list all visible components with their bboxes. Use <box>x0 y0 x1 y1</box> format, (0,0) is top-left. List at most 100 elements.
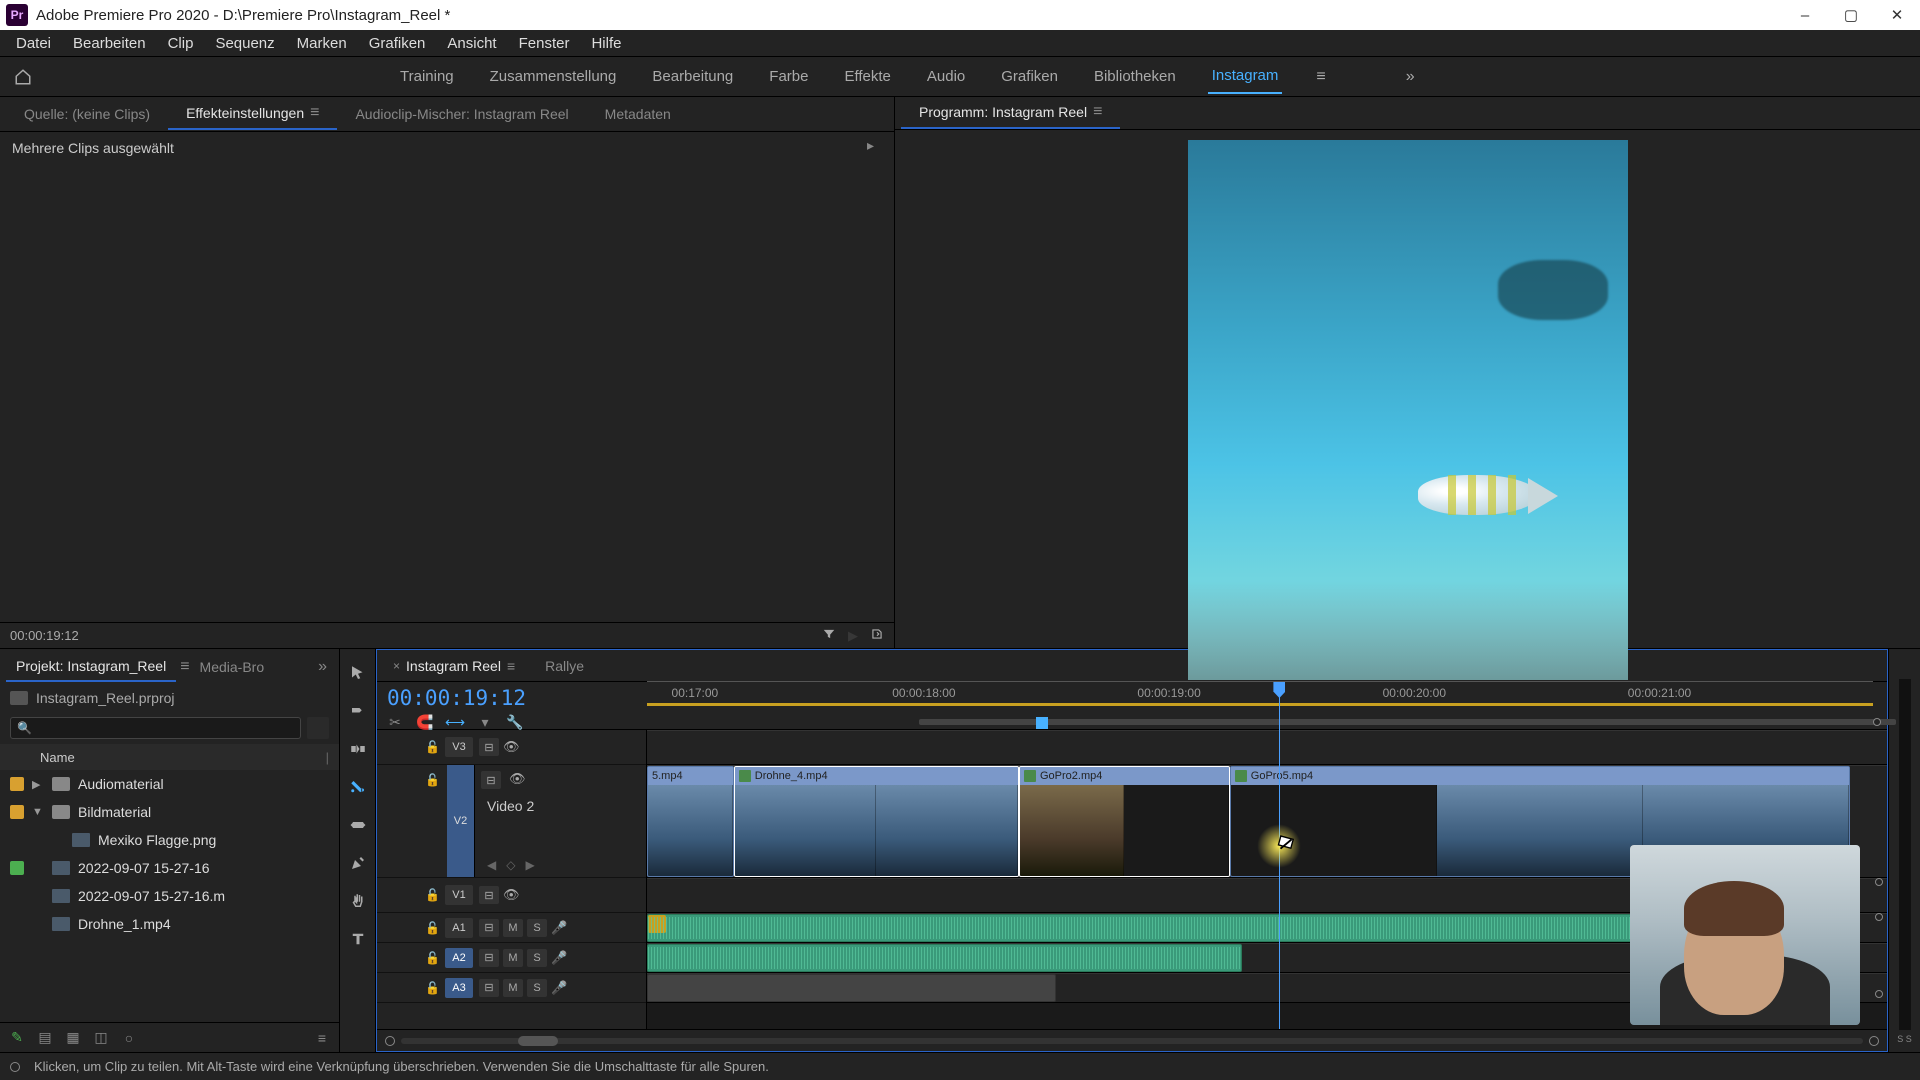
keyframe-add-icon[interactable]: ◇ <box>506 858 515 872</box>
program-scrub-bar[interactable] <box>919 719 1896 725</box>
workspace-effekte[interactable]: Effekte <box>840 60 894 93</box>
razor-tool[interactable] <box>346 775 370 799</box>
track-visibility-icon[interactable]: 👁 <box>503 887 523 903</box>
maximize-button[interactable]: ▢ <box>1828 0 1874 30</box>
column-divider[interactable]: | <box>326 750 329 765</box>
selection-tool[interactable] <box>346 661 370 685</box>
menu-bearbeiten[interactable]: Bearbeiten <box>62 32 157 55</box>
keyframe-next-icon[interactable]: ▶ <box>525 858 534 872</box>
workspace-overflow-icon[interactable]: » <box>1400 64 1421 90</box>
slip-tool[interactable] <box>346 813 370 837</box>
workspace-audio[interactable]: Audio <box>923 60 969 93</box>
project-overflow-icon[interactable]: » <box>312 658 333 676</box>
zoom-scrollbar[interactable] <box>401 1038 1863 1044</box>
zoom-slider-icon[interactable]: ○ <box>120 1029 138 1047</box>
menu-clip[interactable]: Clip <box>157 32 205 55</box>
workspace-menu-icon[interactable]: ≡ <box>1310 64 1331 90</box>
program-monitor[interactable] <box>1188 140 1628 680</box>
workspace-bibliotheken[interactable]: Bibliotheken <box>1090 60 1180 93</box>
home-button[interactable] <box>8 62 38 92</box>
lock-icon[interactable]: 🔓 <box>425 740 445 754</box>
program-tab-menu-icon[interactable]: ≡ <box>1093 103 1102 121</box>
icon-view-icon[interactable]: ▦ <box>64 1029 82 1047</box>
solo-button[interactable]: S <box>527 919 547 937</box>
tab-projekt[interactable]: Projekt: Instagram_Reel <box>6 652 176 682</box>
solo-button[interactable]: S <box>527 949 547 967</box>
lock-icon[interactable]: 🔓 <box>425 773 445 787</box>
tab-effekteinstellungen[interactable]: Effekteinstellungen ≡ <box>168 98 337 130</box>
collapse-arrow-icon[interactable]: ▼ <box>32 806 44 818</box>
lock-icon[interactable]: 🔓 <box>425 981 445 995</box>
track-header-a3[interactable]: 🔓 A3 ⊟ M S 🎤 <box>377 973 646 1003</box>
track-label-a2[interactable]: A2 <box>445 948 473 968</box>
zoom-in-handle[interactable] <box>1869 1036 1879 1046</box>
write-mode-icon[interactable]: ✎ <box>8 1029 26 1047</box>
timeline-timecode[interactable]: 00:00:19:12 <box>387 686 637 710</box>
close-tab-icon[interactable]: × <box>393 659 400 673</box>
menu-hilfe[interactable]: Hilfe <box>580 32 632 55</box>
project-tab-menu-icon[interactable]: ≡ <box>180 658 189 676</box>
tab-audioclip-mischer[interactable]: Audioclip-Mischer: Instagram Reel <box>337 100 586 128</box>
track-label-v3[interactable]: V3 <box>445 737 473 757</box>
hand-tool[interactable] <box>346 889 370 913</box>
track-header-a2[interactable]: 🔓 A2 ⊟ M S 🎤 <box>377 943 646 973</box>
mute-button[interactable]: M <box>503 979 523 997</box>
track-visibility-icon[interactable]: 👁 <box>503 739 523 755</box>
audio-meter[interactable] <box>1899 679 1911 1030</box>
mute-button[interactable]: M <box>503 949 523 967</box>
track-output-toggle[interactable]: ⊟ <box>479 738 499 756</box>
mute-button[interactable]: M <box>503 919 523 937</box>
tab-quelle[interactable]: Quelle: (keine Clips) <box>6 100 168 128</box>
filter-icon[interactable] <box>822 627 836 644</box>
menu-ansicht[interactable]: Ansicht <box>436 32 507 55</box>
timeline-tab-rallye[interactable]: Rallye <box>535 654 594 678</box>
tab-media-browser[interactable]: Media-Bro <box>190 653 275 681</box>
tab-metadaten[interactable]: Metadaten <box>587 100 689 128</box>
solo-button[interactable]: S <box>527 979 547 997</box>
ruler-end-dot[interactable] <box>1873 718 1881 726</box>
snap-icon[interactable]: ✂ <box>387 714 403 730</box>
track-visibility-icon[interactable]: 👁 <box>509 771 529 789</box>
minimize-button[interactable]: – <box>1782 0 1828 30</box>
project-search-options[interactable] <box>307 717 329 739</box>
track-header-a1[interactable]: 🔓 A1 ⊟ M S 🎤 <box>377 913 646 943</box>
tab-programm[interactable]: Programm: Instagram Reel ≡ <box>901 97 1120 129</box>
video-clip-drohne4[interactable]: Drohne_4.mp4 <box>734 766 1019 877</box>
menu-sequenz[interactable]: Sequenz <box>204 32 285 55</box>
project-search-input[interactable]: 🔍 <box>10 717 301 739</box>
lock-icon[interactable]: 🔓 <box>425 921 445 935</box>
workspace-bearbeitung[interactable]: Bearbeitung <box>648 60 737 93</box>
expand-arrow-icon[interactable]: ▶ <box>32 778 44 791</box>
track-output-toggle[interactable]: ⊟ <box>479 919 499 937</box>
video-clip[interactable]: 5.mp4 <box>647 766 734 877</box>
keyframe-prev-icon[interactable]: ◀ <box>487 858 496 872</box>
project-menu-icon[interactable]: ≡ <box>313 1029 331 1047</box>
video-clip-gopro2[interactable]: GoPro2.mp4 <box>1019 766 1230 877</box>
timeline-tab-instagram-reel[interactable]: × Instagram Reel ≡ <box>383 654 525 678</box>
workspace-instagram[interactable]: Instagram <box>1208 59 1283 94</box>
workspace-farbe[interactable]: Farbe <box>765 60 812 93</box>
export-frame-icon[interactable] <box>870 627 884 644</box>
workspace-zusammenstellung[interactable]: Zusammenstellung <box>486 60 621 93</box>
track-label-v1[interactable]: V1 <box>445 885 473 905</box>
track-output-toggle[interactable]: ⊟ <box>479 979 499 997</box>
list-view-icon[interactable]: ▤ <box>36 1029 54 1047</box>
workspace-training[interactable]: Training <box>396 60 458 93</box>
pen-tool[interactable] <box>346 851 370 875</box>
track-output-toggle[interactable]: ⊟ <box>479 949 499 967</box>
voiceover-icon[interactable]: 🎤 <box>551 980 571 996</box>
track-end-dot[interactable] <box>1875 990 1883 998</box>
column-name[interactable]: Name <box>40 750 75 765</box>
ripple-edit-tool[interactable] <box>346 737 370 761</box>
audio-clip-a2[interactable] <box>647 944 1242 972</box>
lock-icon[interactable]: 🔓 <box>425 888 445 902</box>
tab-menu-icon[interactable]: ≡ <box>310 104 319 122</box>
lock-icon[interactable]: 🔓 <box>425 951 445 965</box>
track-header-v2[interactable]: 🔓 V2 ⊟ 👁 Video 2 ◀◇▶ <box>377 765 646 878</box>
track-header-v1[interactable]: 🔓 V1 ⊟ 👁 <box>377 878 646 913</box>
track-end-dot[interactable] <box>1875 878 1883 886</box>
menu-marken[interactable]: Marken <box>286 32 358 55</box>
track-end-dot[interactable] <box>1875 913 1883 921</box>
voiceover-icon[interactable]: 🎤 <box>551 920 571 936</box>
zoom-out-handle[interactable] <box>385 1036 395 1046</box>
